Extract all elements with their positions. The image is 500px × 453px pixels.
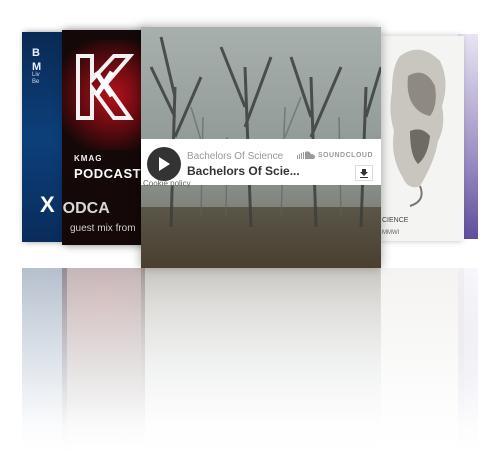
kmag-logo-icon: [76, 54, 134, 120]
blue-card-sub: Liv Be: [32, 72, 40, 85]
kmag-brand: KMAG: [74, 154, 103, 163]
download-icon: [360, 169, 368, 178]
album-cover-blue[interactable]: BM Liv Be X: [22, 32, 67, 242]
coverflow-stage: CIENCE MMWI BM LivBe X KMAG PODCAST PODC…: [0, 0, 500, 453]
track-title[interactable]: Bachelors Of Scie...: [187, 164, 300, 178]
kmag-headline: PODCAST: [74, 166, 142, 181]
artist-name[interactable]: Bachelors Of Science: [187, 151, 283, 162]
blue-card-title: BM: [32, 47, 42, 73]
soundcloud-label: SOUNDCLOUD: [317, 151, 373, 159]
reflection-fade: [0, 268, 500, 453]
right-card-text: CIENCE: [382, 217, 409, 224]
album-cover-skull[interactable]: CIENCE MMWI: [380, 36, 464, 241]
album-cover-kmag[interactable]: KMAG PODCAST PODCA guest mix from: [62, 30, 145, 245]
download-button[interactable]: [355, 165, 373, 181]
soundcloud-widget: Bachelors Of Science Bachelors Of Scie..…: [141, 139, 381, 188]
soundcloud-logo[interactable]: SOUNDCLOUD: [296, 151, 373, 159]
blue-card-mark: X: [40, 192, 55, 217]
cookie-policy-link[interactable]: Cookie policy: [143, 179, 191, 188]
skull-illustration-icon: CIENCE MMWI: [380, 36, 464, 241]
album-cover-main[interactable]: Bachelors Of Science Bachelors Of Scie..…: [141, 27, 381, 268]
right-card-dots: MMWI: [382, 230, 400, 236]
kmag-headline-large: PODCA: [62, 200, 110, 217]
kmag-caption: guest mix from: [70, 223, 136, 234]
soundcloud-cloud-icon: [296, 151, 315, 159]
play-button[interactable]: [147, 147, 181, 181]
play-icon: [159, 157, 170, 171]
